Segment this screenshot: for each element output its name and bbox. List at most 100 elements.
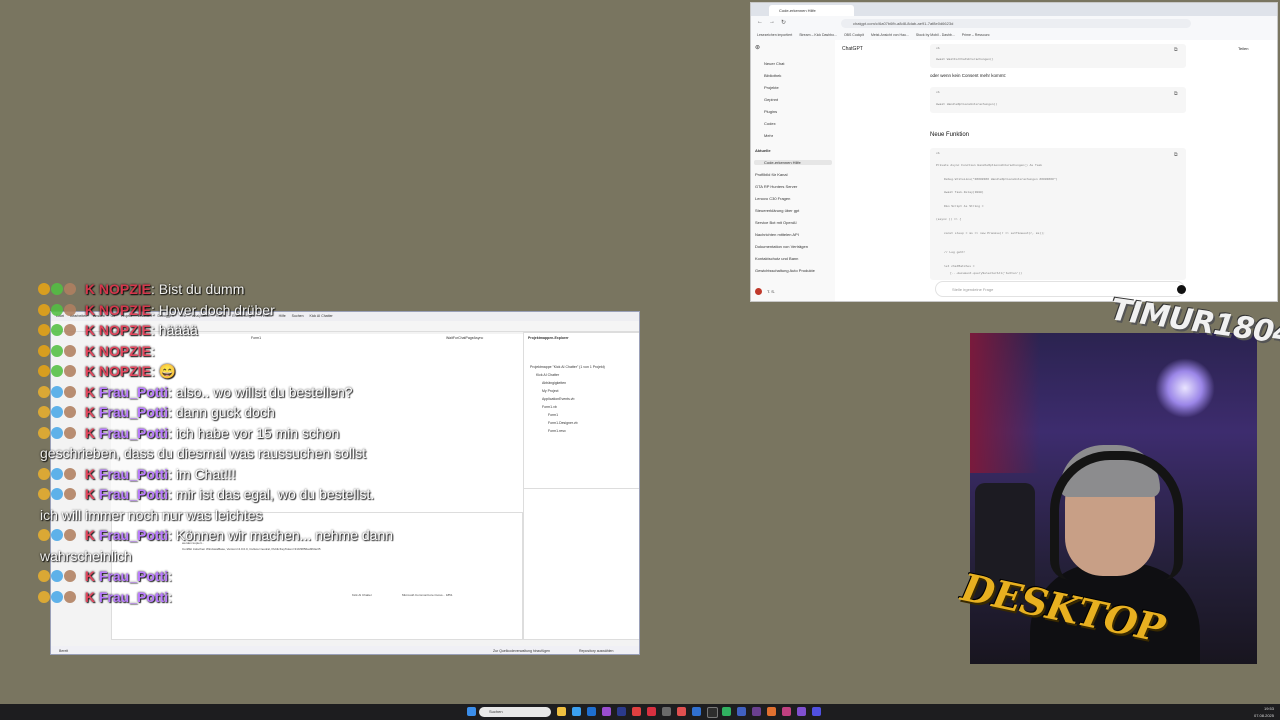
avatar[interactable] <box>755 288 762 295</box>
recent-chat-item[interactable]: Service Bot mit OpenAI <box>755 220 797 225</box>
code-block: vb Private Async Function HandleOptionsU… <box>930 148 1186 280</box>
chat-badges-icon <box>38 280 77 298</box>
badge-icon <box>64 488 76 500</box>
chat-username: Frau_Potti <box>98 486 169 502</box>
repo-select-button[interactable]: Repository auswählen <box>579 646 613 654</box>
chat-message-continuation: wahrscheinlich <box>40 548 132 564</box>
chat-message: K Frau_Potti: ich habe vor 15 min schon <box>38 424 339 442</box>
clock-date: 07.08.2025 <box>1253 713 1274 718</box>
bookmark-item[interactable]: Stock by Mobil - Dashb... <box>916 33 955 37</box>
app-icon[interactable] <box>692 707 701 716</box>
app-icon[interactable] <box>707 707 718 718</box>
copy-icon[interactable]: ⧉ <box>1174 47 1178 53</box>
taskbar-search[interactable]: Suchen <box>479 707 551 717</box>
copy-icon[interactable]: ⧉ <box>1174 91 1178 97</box>
browser-tab[interactable]: Code-erkennen Hilfe <box>769 5 854 16</box>
code-block: vb Await HandleOptionsUnterachungen() ⧉ <box>930 87 1186 113</box>
file-explorer-icon[interactable] <box>557 707 566 716</box>
app-icon[interactable] <box>797 707 806 716</box>
app-icon[interactable] <box>647 707 656 716</box>
recent-chat-item[interactable]: GTA RP Hunters Server <box>755 184 797 189</box>
copy-icon[interactable]: ⧉ <box>1174 152 1178 158</box>
bookmark-item[interactable]: Prime – Ressourc <box>962 33 990 37</box>
recent-chat-item[interactable]: Dokumentation von Verträgen <box>755 244 808 249</box>
recent-chat-item[interactable]: Lenovo C30 Fragen <box>755 196 790 201</box>
user-name[interactable]: T. S. <box>767 289 775 294</box>
recent-chat-item[interactable]: Nachrichten mittelen API <box>755 232 799 237</box>
bookmark-item[interactable]: OBS Cockpit <box>844 33 864 37</box>
kick-icon: K <box>81 404 99 420</box>
kick-icon: K <box>81 486 99 502</box>
code-line: (async () => { <box>936 218 962 221</box>
app-icon[interactable] <box>782 707 791 716</box>
app-icon[interactable] <box>602 707 611 716</box>
bookmark-item[interactable]: Lesezeichen importiert <box>757 33 792 37</box>
send-button[interactable] <box>1177 285 1186 294</box>
app-icon[interactable] <box>662 707 671 716</box>
recent-chat-item[interactable]: Profilbild für Kanal <box>755 172 787 177</box>
chat-text: : mir ist das egal, wo du bestellst. <box>168 486 375 502</box>
system-clock[interactable]: 19:53 07.08.2025 <box>1254 705 1274 719</box>
badge-icon <box>38 304 50 316</box>
chat-text: : im Chat!!! <box>168 466 236 482</box>
url-input[interactable]: chatgpt.com/c/6a07b6fb-a8d8-8dab-ae91-7a… <box>841 19 1191 28</box>
app-icon[interactable] <box>677 707 686 716</box>
app-icon[interactable] <box>722 707 731 716</box>
kick-icon: K <box>81 343 99 359</box>
code-line: Debug.WriteLine("######## HandleOptionsU… <box>944 178 1058 181</box>
badge-icon <box>38 570 50 582</box>
chat-badges-icon <box>38 485 77 503</box>
chatgpt-sidebar: ⊛ Neuer Chat Bibliothek Projekte Gepinnt… <box>751 40 835 301</box>
chat-username: Frau_Potti <box>98 527 169 543</box>
chat-badges-icon <box>38 362 77 380</box>
back-icon[interactable]: ← <box>757 19 763 25</box>
app-icon[interactable] <box>632 707 641 716</box>
app-icon[interactable] <box>617 707 626 716</box>
chat-message: K NOPZIE: hääää <box>38 321 198 339</box>
app-icon[interactable] <box>572 707 581 716</box>
chat-username: Frau_Potti <box>98 384 169 400</box>
kick-icon: K <box>81 527 99 543</box>
app-icon[interactable] <box>812 707 821 716</box>
code-line: Await Task.Delay(3000) <box>944 191 984 194</box>
chat-text: : Bist du dumm <box>151 281 245 297</box>
badge-icon <box>38 406 50 418</box>
model-selector[interactable]: ChatGPT <box>842 46 863 52</box>
chat-username: NOPZIE <box>98 343 152 359</box>
prompt-input[interactable]: Stelle irgendeine Frage <box>935 281 1185 297</box>
sidebar-item-more[interactable]: Mehr <box>764 133 773 138</box>
chat-username: Frau_Potti <box>98 568 169 584</box>
share-button[interactable]: Teilen <box>1238 46 1248 51</box>
sidebar-item-pinned[interactable]: Gepinnt <box>764 97 778 102</box>
badge-icon <box>51 427 63 439</box>
chat-badges-icon <box>38 383 77 401</box>
app-icon[interactable] <box>767 707 776 716</box>
windows-start-icon[interactable] <box>467 707 476 716</box>
git-add-button[interactable]: Zur Quellcodeverwaltung hinzufügen <box>493 646 550 654</box>
badge-icon <box>51 468 63 480</box>
bookmark-item[interactable]: Stream – Kick Dashbo... <box>799 33 837 37</box>
app-icon[interactable] <box>737 707 746 716</box>
app-icon[interactable] <box>752 707 761 716</box>
app-icon[interactable] <box>587 707 596 716</box>
chat-message: K NOPZIE: Hover doch drüber <box>38 301 275 319</box>
recent-chat-item[interactable]: Kontaktschutz und Bann <box>755 256 798 261</box>
badge-icon <box>64 427 76 439</box>
sidebar-item-plugins[interactable]: Plugins <box>764 109 777 114</box>
forward-icon[interactable]: → <box>769 19 775 25</box>
recent-chat-item[interactable]: Steuererklärung über gpt <box>755 208 799 213</box>
chat-username: NOPZIE <box>98 363 152 379</box>
sidebar-item-codex[interactable]: Codex <box>764 121 776 126</box>
code-line: Await WaitForChatUnterachungen() <box>936 58 994 61</box>
reload-icon[interactable]: ↻ <box>781 19 786 26</box>
recent-chat-item[interactable]: Code-erkennen Hilfe <box>754 160 832 165</box>
sidebar-item-projects[interactable]: Projekte <box>764 85 779 90</box>
chat-badges-icon <box>38 342 77 360</box>
recent-chat-item[interactable]: Gewichtsschaltung Auto Produkte <box>755 268 815 273</box>
badge-icon <box>64 570 76 582</box>
bookmark-item[interactable]: Meist-Ansicht von Hau... <box>871 33 909 37</box>
openai-logo-icon[interactable]: ⊛ <box>755 44 760 51</box>
sidebar-item-new-chat[interactable]: Neuer Chat <box>764 61 784 66</box>
sidebar-item-library[interactable]: Bibliothek <box>764 73 781 78</box>
chat-text: : also.. wo willst du bestellen? <box>168 384 353 400</box>
